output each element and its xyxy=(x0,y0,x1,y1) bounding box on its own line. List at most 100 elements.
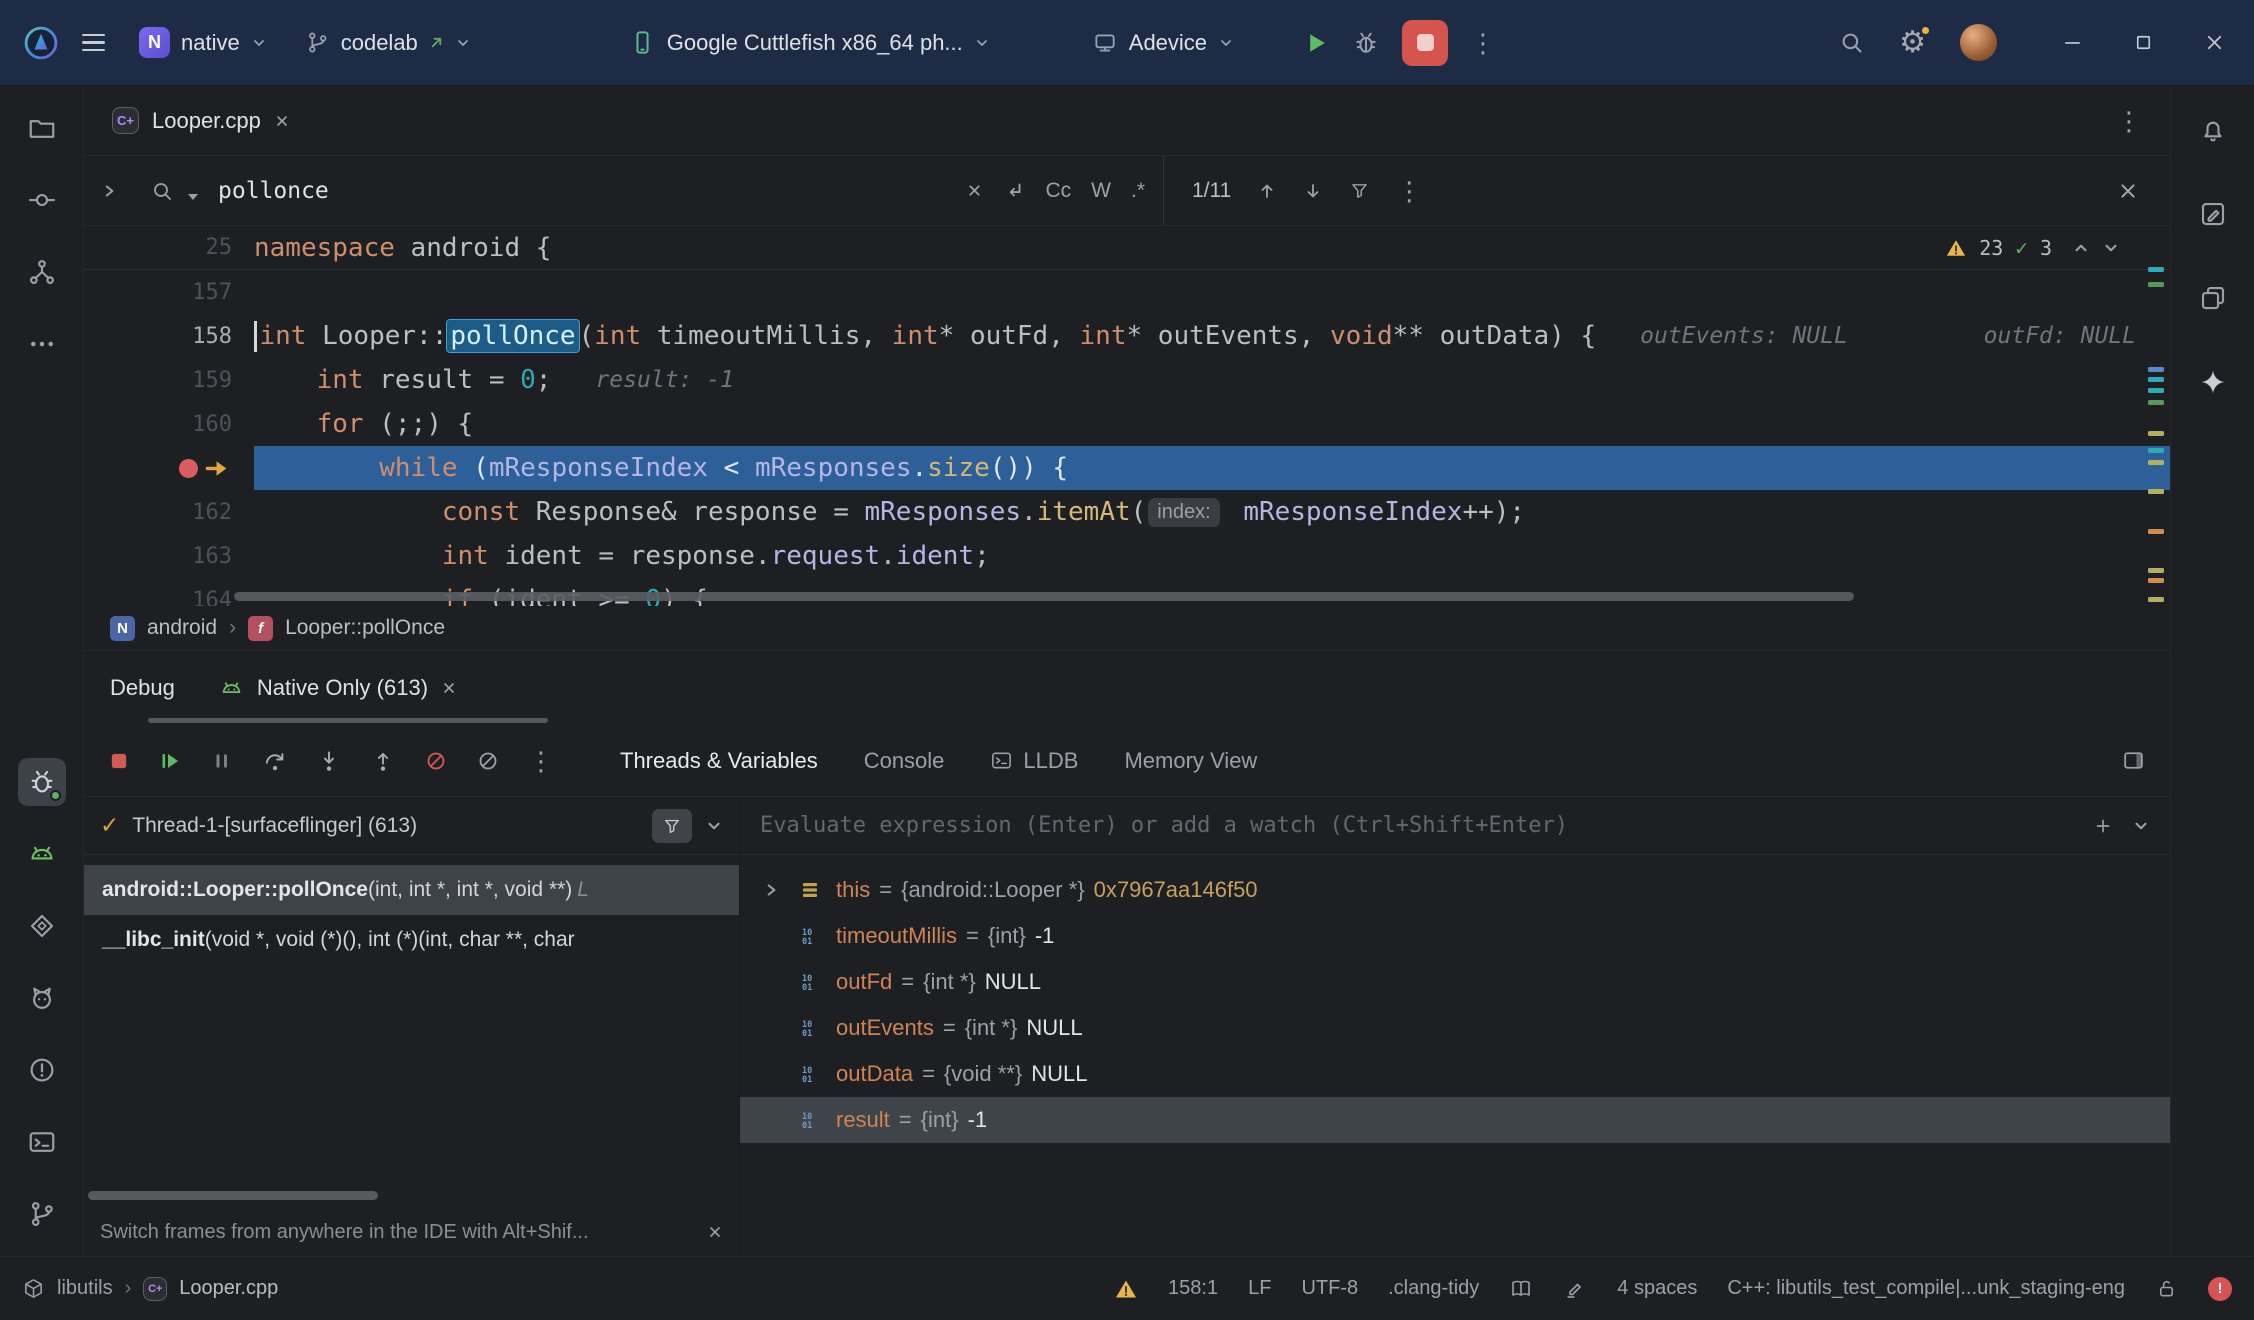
problems-icon[interactable] xyxy=(18,1046,66,1094)
settings-gear-icon[interactable]: ⚙ xyxy=(1899,28,1926,58)
project-widget[interactable]: N native xyxy=(129,19,277,66)
run-button[interactable] xyxy=(1302,29,1330,57)
next-problem-icon[interactable] xyxy=(2102,239,2120,257)
view-breakpoints-button[interactable] xyxy=(476,749,500,773)
inspection-mark[interactable] xyxy=(2148,460,2164,465)
inspection-mark[interactable] xyxy=(2148,448,2164,453)
app-inspection-icon[interactable] xyxy=(18,902,66,950)
inspection-mark[interactable] xyxy=(2148,377,2164,382)
search-input[interactable] xyxy=(218,178,946,204)
running-devices-icon[interactable] xyxy=(18,830,66,878)
gutter-line-157[interactable]: 157 xyxy=(84,270,254,314)
code-text-line-162[interactable]: const Response& response = mResponses.it… xyxy=(254,490,2170,534)
toolchain-label[interactable]: C++: libutils_test_compile|...unk_stagin… xyxy=(1727,1277,2125,1300)
highlighting-level-icon[interactable] xyxy=(1563,1277,1587,1301)
close-search-icon[interactable] xyxy=(2118,181,2138,201)
tab-close-icon[interactable] xyxy=(274,113,290,129)
session-close-icon[interactable] xyxy=(441,680,457,696)
reader-mode-icon[interactable] xyxy=(1509,1277,1533,1301)
line-number[interactable]: 162 xyxy=(192,500,232,525)
line-number[interactable]: 159 xyxy=(192,368,232,393)
gutter-line-161[interactable] xyxy=(84,446,254,490)
tab-options-icon[interactable]: ⋮ xyxy=(2116,108,2142,134)
match-case-toggle[interactable]: Cc xyxy=(1045,179,1071,203)
gutter-line-158[interactable]: 158 xyxy=(84,314,254,358)
whole-words-toggle[interactable]: W xyxy=(1091,179,1111,203)
inspection-mark[interactable] xyxy=(2148,388,2164,393)
tab-threads-variables[interactable]: Threads & Variables xyxy=(620,748,818,774)
mute-breakpoints-button[interactable] xyxy=(424,749,448,773)
thread-filter-button[interactable] xyxy=(652,809,692,843)
logcat-icon[interactable] xyxy=(18,974,66,1022)
more-tools-icon[interactable] xyxy=(18,320,66,368)
warnings-count[interactable]: 23 xyxy=(1979,236,2003,260)
status-warning-icon[interactable] xyxy=(1114,1277,1138,1301)
search-icon[interactable] xyxy=(1838,29,1865,56)
step-over-button[interactable] xyxy=(262,748,288,774)
terminal-icon[interactable] xyxy=(18,1118,66,1166)
unlock-icon[interactable] xyxy=(2155,1277,2178,1300)
debug-window-title[interactable]: Debug xyxy=(110,675,175,701)
stack-frame-libc-init[interactable]: __libc_init(void *, void (*)(), int (*)(… xyxy=(84,915,739,965)
run-config-selector[interactable]: Adevice xyxy=(1082,22,1244,64)
status-module[interactable]: libutils xyxy=(57,1277,113,1300)
inspection-mark[interactable] xyxy=(2148,578,2164,583)
inspection-mark[interactable] xyxy=(2148,431,2164,436)
search-history-caret[interactable] xyxy=(188,194,198,200)
line-number[interactable]: 160 xyxy=(192,412,232,437)
code-text-line-159[interactable]: int result = 0;result: -1 xyxy=(254,358,2170,402)
user-avatar[interactable] xyxy=(1960,24,1997,61)
inspection-mark[interactable] xyxy=(2148,367,2164,372)
device-manager-icon[interactable] xyxy=(2189,274,2237,322)
line-ending[interactable]: LF xyxy=(1248,1277,1271,1300)
resume-button[interactable] xyxy=(158,749,182,773)
minimize-button[interactable] xyxy=(2061,31,2084,54)
breakpoint-dot[interactable] xyxy=(179,459,198,478)
step-into-button[interactable] xyxy=(316,748,342,774)
inspection-mark[interactable] xyxy=(2148,529,2164,534)
indent-setting[interactable]: 4 spaces xyxy=(1617,1277,1697,1300)
debug-tool-window-icon[interactable] xyxy=(18,758,66,806)
debug-more-icon[interactable]: ⋮ xyxy=(528,748,554,774)
status-file[interactable]: Looper.cpp xyxy=(179,1277,278,1300)
more-actions-icon[interactable]: ⋮ xyxy=(1470,30,1496,56)
variable-row-outfd[interactable]: 1001 outFd = {int *} NULL xyxy=(740,959,2170,1005)
inspection-mark[interactable] xyxy=(2148,400,2164,405)
pause-button[interactable] xyxy=(210,749,234,773)
clear-search-icon[interactable] xyxy=(966,182,983,199)
gemini-icon[interactable] xyxy=(2189,358,2237,406)
line-number[interactable]: 164 xyxy=(192,588,232,607)
project-folder-icon[interactable] xyxy=(18,104,66,152)
code-text-line-25[interactable]: namespace android { xyxy=(254,226,2170,269)
debug-button[interactable] xyxy=(1352,29,1380,57)
code-editor[interactable]: 25namespace android {157158int Looper::p… xyxy=(84,226,2170,606)
inspection-mark[interactable] xyxy=(2148,489,2164,494)
search-more-icon[interactable]: ⋮ xyxy=(1396,178,1422,204)
variable-row-outevents[interactable]: 1001 outEvents = {int *} NULL xyxy=(740,1005,2170,1051)
pencil-doc-icon[interactable] xyxy=(2189,190,2237,238)
line-number[interactable]: 163 xyxy=(192,544,232,569)
inspection-marks-stripe[interactable] xyxy=(2148,226,2166,606)
file-encoding[interactable]: UTF-8 xyxy=(1301,1277,1358,1300)
expand-chevron-icon[interactable] xyxy=(756,881,786,899)
inspection-mark[interactable] xyxy=(2148,282,2164,287)
breadcrumb-function[interactable]: Looper::pollOnce xyxy=(285,616,445,640)
gutter-line-163[interactable]: 163 xyxy=(84,534,254,578)
code-text-line-157[interactable] xyxy=(254,270,2170,314)
variable-row-timeoutmillis[interactable]: 1001 timeoutMillis = {int} -1 xyxy=(740,913,2170,959)
gutter-line-159[interactable]: 159 xyxy=(84,358,254,402)
editor-tab-looper[interactable]: C+ Looper.cpp xyxy=(112,107,290,134)
vcs-branch-widget[interactable]: codelab xyxy=(295,22,481,64)
previous-problem-icon[interactable] xyxy=(2072,239,2090,257)
evaluate-input[interactable] xyxy=(760,813,2074,838)
inspection-mark[interactable] xyxy=(2148,267,2164,272)
commit-icon[interactable] xyxy=(18,176,66,224)
code-text-line-163[interactable]: int ident = response.request.ident; xyxy=(254,534,2170,578)
tab-console[interactable]: Console xyxy=(864,748,945,774)
debug-session-tab[interactable]: Native Only (613) xyxy=(219,675,457,701)
gutter-line-162[interactable]: 162 xyxy=(84,490,254,534)
gutter-line-160[interactable]: 160 xyxy=(84,402,254,446)
tab-lldb[interactable]: LLDB xyxy=(990,748,1078,774)
layout-settings-icon[interactable] xyxy=(2121,748,2146,773)
inspection-mark[interactable] xyxy=(2148,568,2164,573)
